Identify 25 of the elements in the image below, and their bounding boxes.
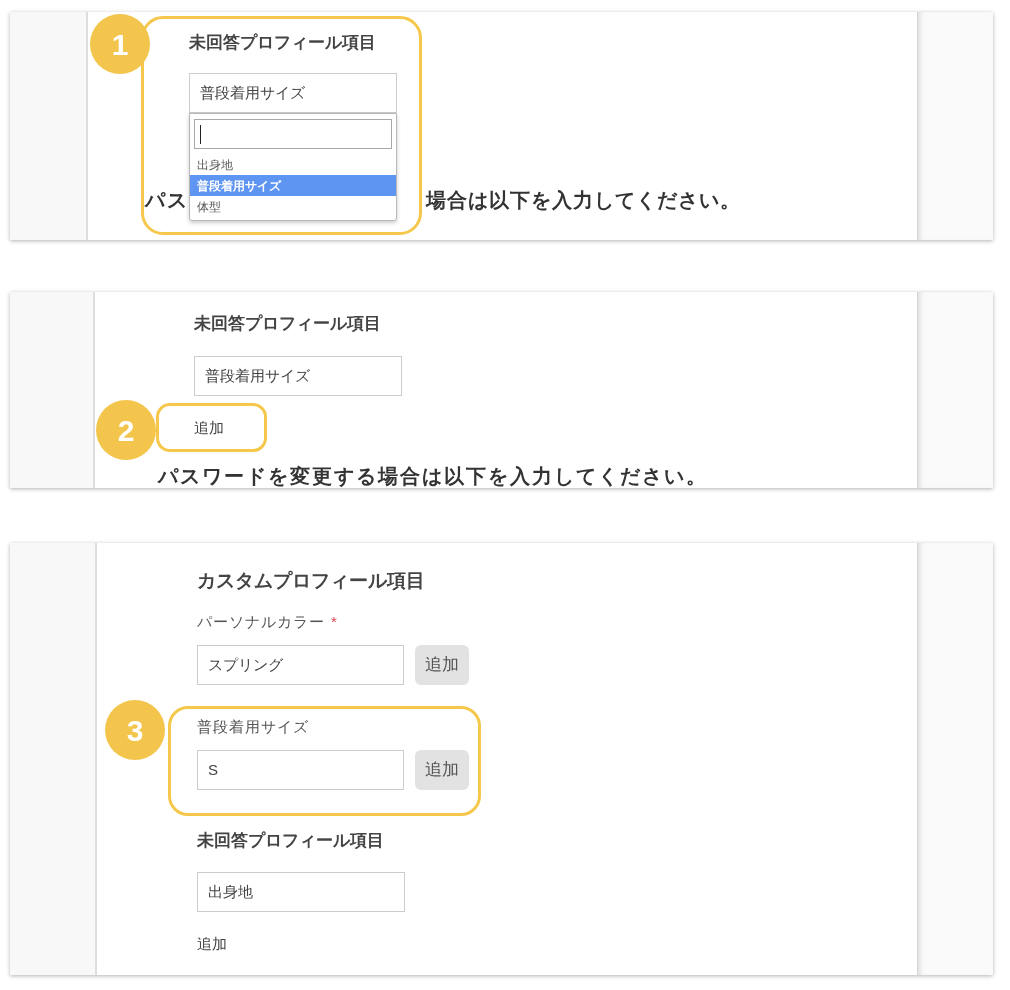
section-heading: 場合は以下を入力してください。 (426, 190, 741, 210)
required-asterisk: * (331, 613, 337, 631)
step-badge: 2 (96, 400, 156, 460)
select-field[interactable]: 普段着用サイズ (189, 73, 397, 113)
section-heading: カスタムプロフィール項目 (197, 570, 425, 592)
add-link[interactable]: 追加 (194, 418, 224, 437)
add-link[interactable]: 追加 (197, 935, 227, 953)
text-input[interactable]: S (197, 750, 404, 790)
add-button[interactable]: 追加 (415, 750, 469, 790)
section-heading: 未回答プロフィール項目 (197, 831, 384, 851)
section-heading: パス (145, 190, 189, 210)
text-input[interactable]: スプリング (197, 645, 404, 685)
add-button[interactable]: 追加 (415, 645, 469, 685)
section-heading: パスワードを変更する場合は以下を入力してください。 (158, 466, 708, 486)
section-heading: 未回答プロフィール項目 (194, 314, 381, 334)
dropdown-option[interactable]: 体型 (190, 196, 396, 217)
section-heading: 未回答プロフィール項目 (189, 33, 376, 53)
field-label: パーソナルカラー (197, 613, 325, 631)
step-badge: 1 (90, 14, 150, 74)
dropdown-option[interactable]: 出身地 (190, 154, 396, 175)
select-field[interactable]: 普段着用サイズ (194, 356, 402, 396)
search-field[interactable] (194, 119, 392, 149)
select-field[interactable]: 出身地 (197, 872, 405, 912)
field-label: 普段着用サイズ (197, 718, 309, 736)
step-badge: 3 (105, 700, 165, 760)
